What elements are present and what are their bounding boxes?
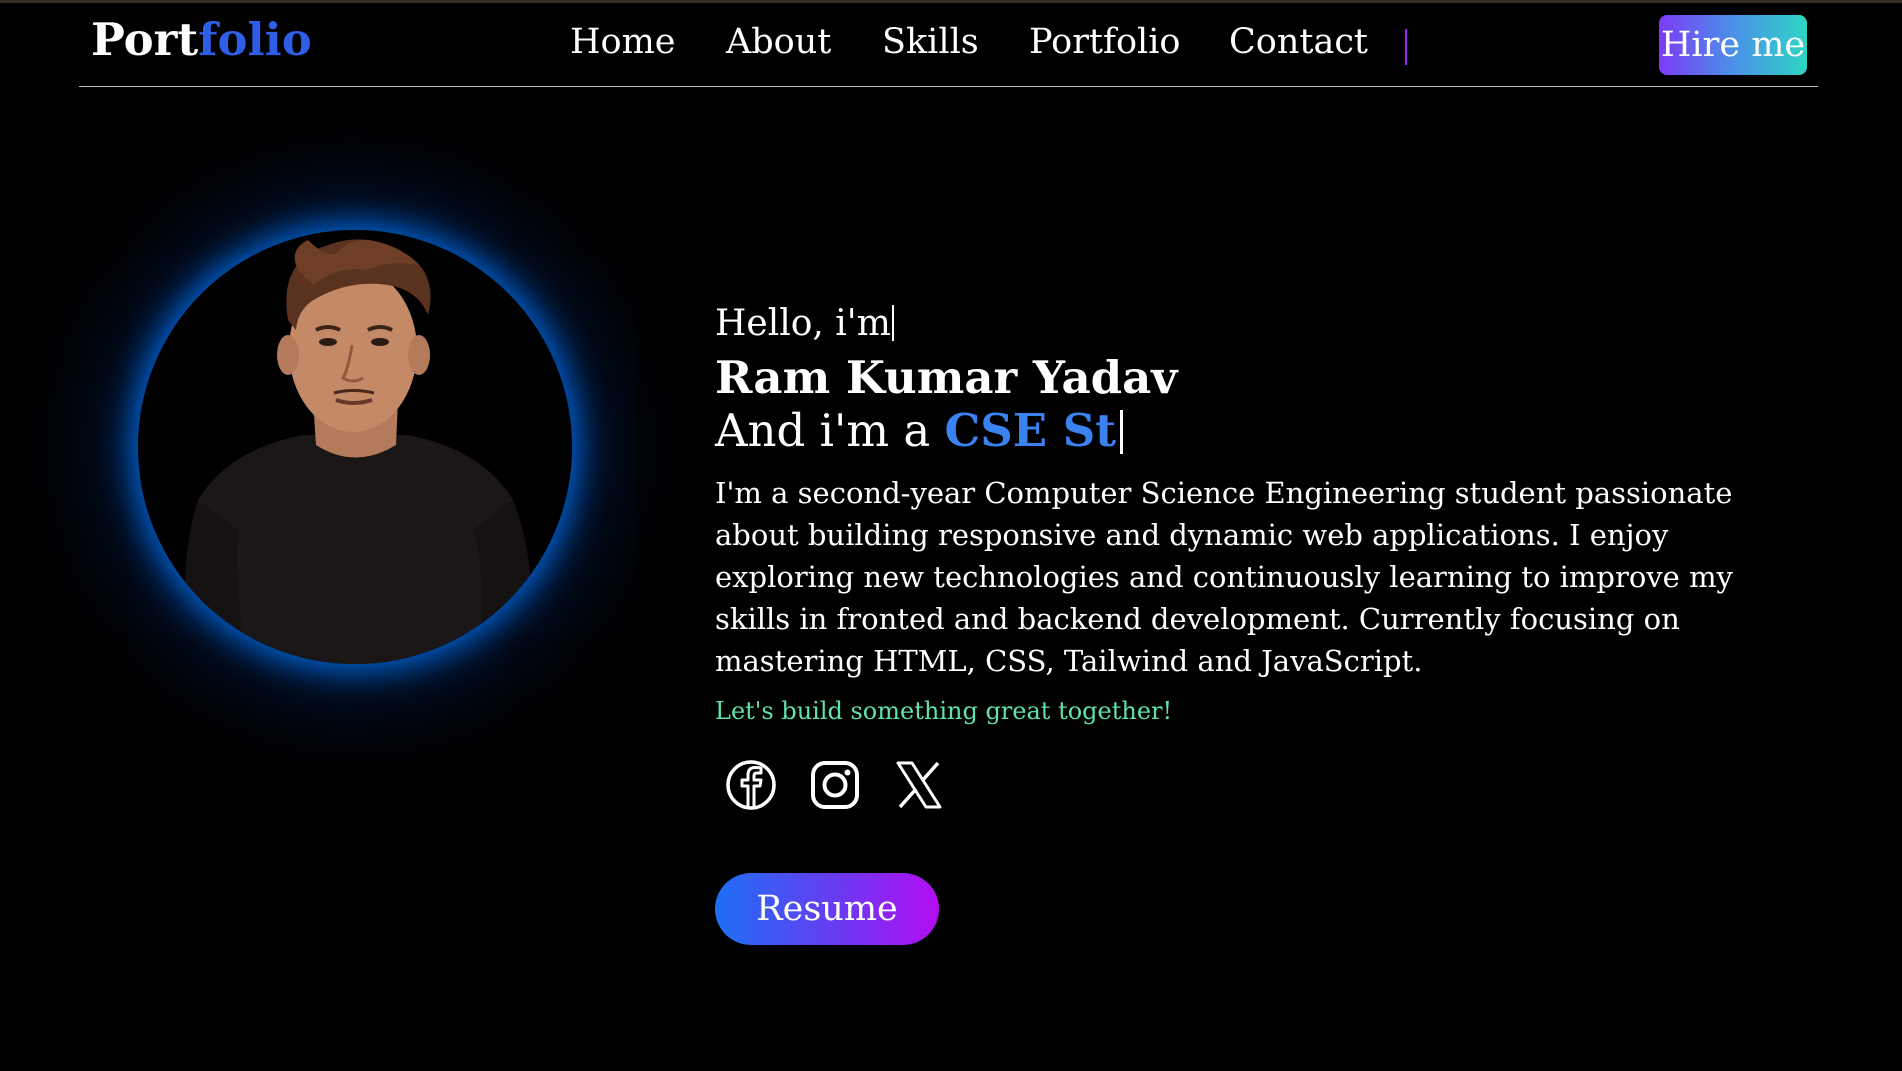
- bio-paragraph: I'm a second-year Computer Science Engin…: [715, 476, 1733, 678]
- nav-about[interactable]: About: [726, 25, 831, 60]
- role-line: And i'm a CSE St: [715, 408, 1124, 454]
- profile-photo-illustration: [138, 230, 572, 664]
- nav-skills[interactable]: Skills: [882, 25, 979, 60]
- nav-home[interactable]: Home: [570, 25, 676, 60]
- nav-contact[interactable]: Contact: [1229, 25, 1368, 60]
- resume-button[interactable]: Resume: [715, 873, 939, 945]
- nav-portfolio[interactable]: Portfolio: [1029, 25, 1180, 60]
- x-twitter-icon[interactable]: [892, 758, 946, 812]
- nav-divider: [1405, 29, 1407, 65]
- typing-caret: [891, 305, 894, 341]
- role-prefix: And i'm a: [715, 404, 945, 457]
- hire-me-button[interactable]: Hire me: [1659, 15, 1807, 75]
- tagline: Let's build something great together!: [715, 697, 1173, 725]
- role-typing-caret: [1120, 410, 1124, 454]
- hero-name: Ram Kumar Yadav: [715, 351, 1178, 404]
- site-header: Portfolio Home About Skills Portfolio Co…: [79, 3, 1818, 87]
- facebook-icon[interactable]: [724, 758, 778, 812]
- greeting-text: Hello, i'm: [715, 305, 894, 342]
- main-nav: Home About Skills Portfolio Contact: [79, 25, 1818, 69]
- role-typed-text: CSE St: [944, 404, 1117, 457]
- instagram-icon[interactable]: [808, 758, 862, 812]
- profile-photo: [138, 230, 572, 664]
- greeting-label: Hello, i'm: [715, 303, 891, 344]
